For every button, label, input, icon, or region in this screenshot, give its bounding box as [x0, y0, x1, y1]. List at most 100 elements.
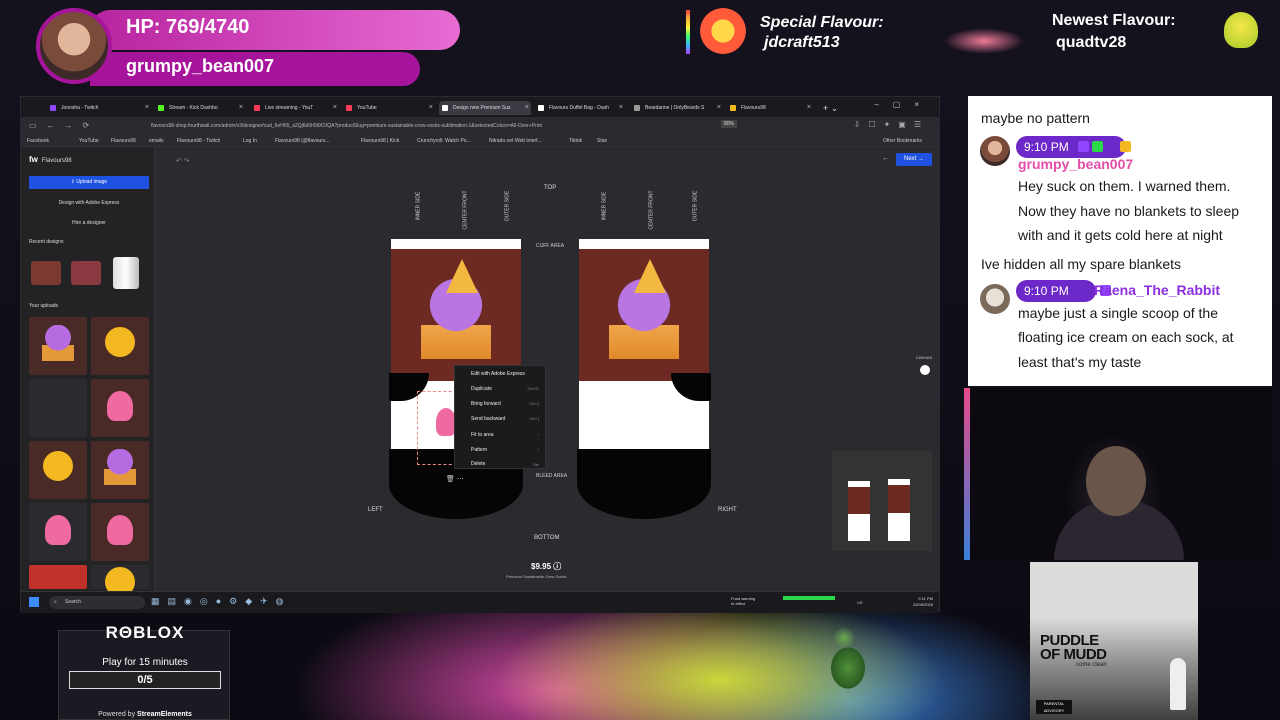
pinned-app-icons[interactable]: ▦▤◉◎●⚙◆✈◍ — [151, 596, 292, 607]
upload-image-button[interactable]: ⇪ Upload image — [29, 176, 149, 189]
design-canvas[interactable]: ↶ ↷ ← Next → TOP INNER SIDE CENTER FRONT… — [156, 147, 939, 591]
chat-time: 9:10 PM — [1024, 140, 1069, 154]
chat-username[interactable]: Raena_The_Rabbit — [1094, 282, 1220, 298]
close-tab-icon[interactable]: × — [333, 101, 337, 115]
tab-3[interactable]: YouTube × — [343, 101, 435, 115]
bookmark-item[interactable]: Crunchyroll: Watch Po... — [417, 138, 471, 144]
address-bar: ▭←→⟳ flavours98-shop.fourthwall.com/admi… — [21, 117, 939, 135]
bookmarks-bar: Facebook YouTube Flavours98 emails Flavo… — [21, 135, 939, 147]
bookmark-item[interactable]: Flavours98 — [111, 138, 136, 144]
cupcake-design[interactable] — [391, 249, 521, 381]
menu-edit-adobe[interactable]: Edit with Adobe Express — [471, 369, 541, 379]
weather-warning[interactable]: Frost warning In effect — [731, 596, 755, 606]
close-tab-icon[interactable]: × — [717, 101, 721, 115]
bookmark-item[interactable]: Flavours98 | Kick — [361, 138, 399, 144]
back-arrow-icon[interactable]: ← — [882, 155, 889, 162]
close-tab-icon[interactable]: × — [239, 101, 243, 115]
recent-designs-heading[interactable]: Recent designs — [29, 239, 63, 245]
parental-advisory-label: PARENTAL ADVISORY — [1036, 700, 1072, 714]
recent-design-thumb[interactable] — [71, 261, 101, 285]
menu-pattern[interactable]: Pattern › — [471, 445, 541, 455]
selected-element-box[interactable] — [417, 391, 457, 465]
tab-1[interactable]: Stream - Kick Dashbo × — [155, 101, 245, 115]
extension-icons[interactable]: ⇩☐✦▣☰ — [854, 120, 929, 129]
undo-redo-icon[interactable]: ↶ ↷ — [176, 157, 190, 165]
url-field[interactable]: flavours98-shop.fourthwall.com/admin/v3/… — [151, 120, 731, 132]
bookmark-item[interactable]: Log In — [243, 138, 257, 144]
close-tab-icon[interactable]: × — [429, 101, 433, 115]
upload-tile[interactable] — [29, 441, 87, 499]
bookmark-item[interactable]: Facebook — [27, 138, 49, 144]
party-hat-shape — [634, 259, 666, 293]
upload-tile[interactable] — [29, 379, 87, 437]
upload-tile[interactable] — [91, 379, 149, 437]
special-flavour: Special Flavour: jdcraft513 — [686, 8, 946, 68]
canvas-toggle[interactable] — [920, 365, 930, 375]
bookmark-item[interactable]: YouTube — [79, 138, 99, 144]
tab-6[interactable]: Beardanne | OnlyBeards S × — [631, 101, 723, 115]
album-figure — [1170, 658, 1186, 710]
bookmark-item[interactable]: Nitrado.net Web interf... — [489, 138, 542, 144]
tab-0[interactable]: Jooosha - Twitch × — [47, 101, 151, 115]
hire-designer-button[interactable]: Hire a designer — [29, 217, 149, 229]
upload-tile[interactable] — [29, 503, 87, 561]
party-hat-shape — [446, 259, 478, 293]
menu-delete[interactable]: Delete Del — [471, 460, 541, 469]
roblox-progress-text: 0/5 — [137, 674, 153, 686]
zoom-badge[interactable]: 80% — [721, 120, 738, 128]
tab-2[interactable]: Live streaming - YouT × — [251, 101, 339, 115]
bookmark-item[interactable]: Tiktok — [569, 138, 582, 144]
close-tab-icon[interactable]: × — [807, 101, 811, 115]
window-controls[interactable]: –▢× — [874, 100, 933, 109]
cupcake-thumb — [42, 325, 74, 361]
cupcake-design[interactable] — [579, 249, 709, 381]
upload-tile[interactable] — [91, 565, 149, 597]
recent-design-mug[interactable] — [113, 257, 139, 289]
vip-badge-icon — [1106, 141, 1117, 152]
upload-tile[interactable] — [91, 441, 149, 499]
tab-7[interactable]: Flavours98 × — [727, 101, 813, 115]
close-tab-icon[interactable]: × — [525, 101, 529, 115]
chat-message-line: Now they have no blankets to sleep — [1018, 203, 1240, 219]
chat-username[interactable]: grumpy_bean007 — [1018, 156, 1133, 172]
upload-tile[interactable] — [29, 317, 87, 375]
preview-sock-right — [888, 479, 910, 541]
info-icon[interactable]: ⓘ — [553, 562, 561, 571]
chat-message: maybe no pattern — [981, 110, 1090, 126]
other-bookmarks[interactable]: Other Bookmarks — [883, 138, 922, 144]
element-toolbar-icons[interactable]: 🗑 ⋯ — [446, 475, 464, 483]
nav-buttons[interactable]: ▭←→⟳ — [29, 121, 99, 130]
new-tab-button[interactable]: + ⌄ — [819, 101, 859, 115]
tab-4[interactable]: Design new Premium Sus × — [439, 101, 531, 115]
tab-label: Stream - Kick Dashbo — [169, 105, 218, 111]
sock-3d-preview[interactable] — [832, 451, 932, 551]
twitch-icon — [50, 105, 56, 111]
tab-5[interactable]: Flavours Duffel Bag - Dash × — [535, 101, 625, 115]
close-tab-icon[interactable]: × — [619, 101, 623, 115]
recent-design-thumb[interactable] — [31, 261, 61, 285]
menu-bring-forward[interactable]: Bring forward Ctrl+] — [471, 399, 541, 409]
upload-tile[interactable] — [91, 317, 149, 375]
menu-duplicate[interactable]: Duplicate Ctrl+D — [471, 384, 541, 394]
chat-message-line: maybe just a single scoop of the — [1018, 305, 1219, 321]
language-indicator[interactable]: US — [857, 600, 863, 605]
label-canvas: CANVAS — [916, 355, 933, 360]
progress-indicator — [783, 596, 835, 600]
windows-start-icon[interactable] — [29, 597, 39, 607]
close-tab-icon[interactable]: × — [145, 101, 149, 115]
mod-badge-icon — [1092, 141, 1103, 152]
next-button[interactable]: Next → — [896, 153, 932, 166]
label-center-front: CENTER FRONT — [462, 190, 469, 230]
upload-tile[interactable] — [91, 503, 149, 561]
bookmark-item[interactable]: Flavours98 (@flavours... — [275, 138, 330, 144]
menu-send-backward[interactable]: Send backward Ctrl+[ — [471, 414, 541, 424]
sock-right-print-area[interactable] — [577, 239, 711, 519]
upload-tile[interactable] — [29, 565, 87, 589]
system-clock[interactable]: 9:11 PM 22/09/2025 — [913, 596, 933, 608]
bookmark-item[interactable]: Flavours98 - Twitch — [177, 138, 220, 144]
taskbar-search[interactable]: ⌕ Search — [49, 596, 145, 609]
menu-fit-to-area[interactable]: Fit to area › — [471, 430, 541, 440]
bookmark-item[interactable]: emails — [149, 138, 163, 144]
bookmark-item[interactable]: Stan — [597, 138, 607, 144]
adobe-express-button[interactable]: Design with Adobe Express — [29, 197, 149, 209]
